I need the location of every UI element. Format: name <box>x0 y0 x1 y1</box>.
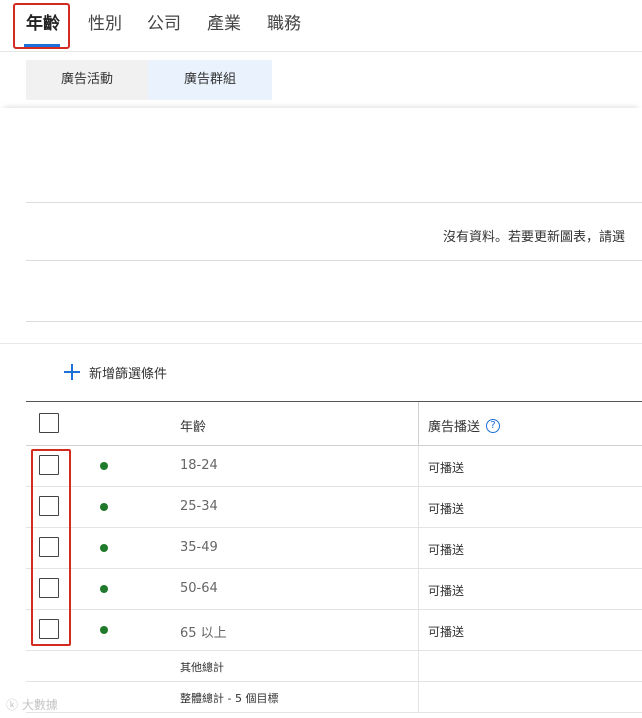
age-cell: 50-64 <box>180 581 218 596</box>
column-divider <box>418 651 419 681</box>
table-row: 25-34 可播送 <box>26 487 642 528</box>
delivery-status-cell: 可播送 <box>428 461 465 475</box>
add-filter-label: 新增篩選條件 <box>89 366 168 382</box>
column-divider <box>418 402 419 445</box>
status-dot <box>100 626 108 634</box>
toggle-ad-group[interactable]: 廣告群組 <box>148 60 272 100</box>
help-icon[interactable]: ? <box>486 418 501 433</box>
age-cell: 35-49 <box>180 540 218 555</box>
status-dot <box>100 544 108 552</box>
age-cell: 65 以上 <box>180 626 227 641</box>
watermark: ⓚ 大數據 <box>6 698 58 712</box>
add-filter-button[interactable]: 新增篩選條件 <box>64 361 167 383</box>
tab-highlight-annotation <box>13 3 70 49</box>
status-dot <box>100 585 108 593</box>
column-divider <box>418 682 419 712</box>
overall-total-label: 整體總計 - 5 個目標 <box>180 692 279 705</box>
tab-job-title[interactable]: 職務 <box>267 8 301 40</box>
chart-panel: 沒有資料。若要更新圖表，請選 <box>0 108 642 344</box>
delivery-status-cell: 可播送 <box>428 625 465 639</box>
level-toggle: 廣告活動 廣告群組 <box>26 60 272 100</box>
dimension-tabs: 年齡 性別 公司 產業 職務 <box>0 0 642 52</box>
plus-icon <box>64 364 80 380</box>
age-cell: 18-24 <box>180 458 218 473</box>
column-divider <box>418 446 419 486</box>
status-dot <box>100 503 108 511</box>
delivery-status-cell: 可播送 <box>428 543 465 557</box>
table-row: 35-49 可播送 <box>26 528 642 569</box>
column-divider <box>418 487 419 527</box>
age-cell: 25-34 <box>180 499 218 514</box>
tab-industry[interactable]: 產業 <box>207 8 241 40</box>
table-row: 18-24 可播送 <box>26 446 642 487</box>
targeting-table: 年齡 廣告播送 ? 18-24 可播送 25-34 可播送 35-49 可播送 … <box>26 401 642 713</box>
select-all-checkbox[interactable] <box>39 413 59 433</box>
column-divider <box>418 569 419 609</box>
other-total-label: 其他總計 <box>180 661 224 674</box>
chart-gridline <box>26 260 642 261</box>
column-divider <box>418 610 419 650</box>
column-header-delivery-label: 廣告播送 <box>428 420 481 435</box>
table-header: 年齡 廣告播送 ? <box>26 401 642 446</box>
chart-empty-message: 沒有資料。若要更新圖表，請選 <box>443 230 626 245</box>
checkbox-highlight-annotation <box>31 449 71 646</box>
chart-gridline <box>26 321 642 322</box>
column-header-delivery[interactable]: 廣告播送 ? <box>428 416 501 435</box>
column-divider <box>418 528 419 568</box>
column-header-age[interactable]: 年齡 <box>180 416 206 435</box>
chart-gridline <box>26 202 642 203</box>
delivery-status-cell: 可播送 <box>428 502 465 516</box>
table-row: 65 以上 可播送 <box>26 610 642 651</box>
summary-row-overall: 整體總計 - 5 個目標 <box>26 682 642 713</box>
tab-company[interactable]: 公司 <box>147 8 181 40</box>
delivery-status-cell: 可播送 <box>428 584 465 598</box>
summary-row-other: 其他總計 <box>26 651 642 682</box>
table-row: 50-64 可播送 <box>26 569 642 610</box>
toggle-campaign[interactable]: 廣告活動 <box>26 60 148 100</box>
tab-gender[interactable]: 性別 <box>88 8 122 40</box>
status-dot <box>100 462 108 470</box>
